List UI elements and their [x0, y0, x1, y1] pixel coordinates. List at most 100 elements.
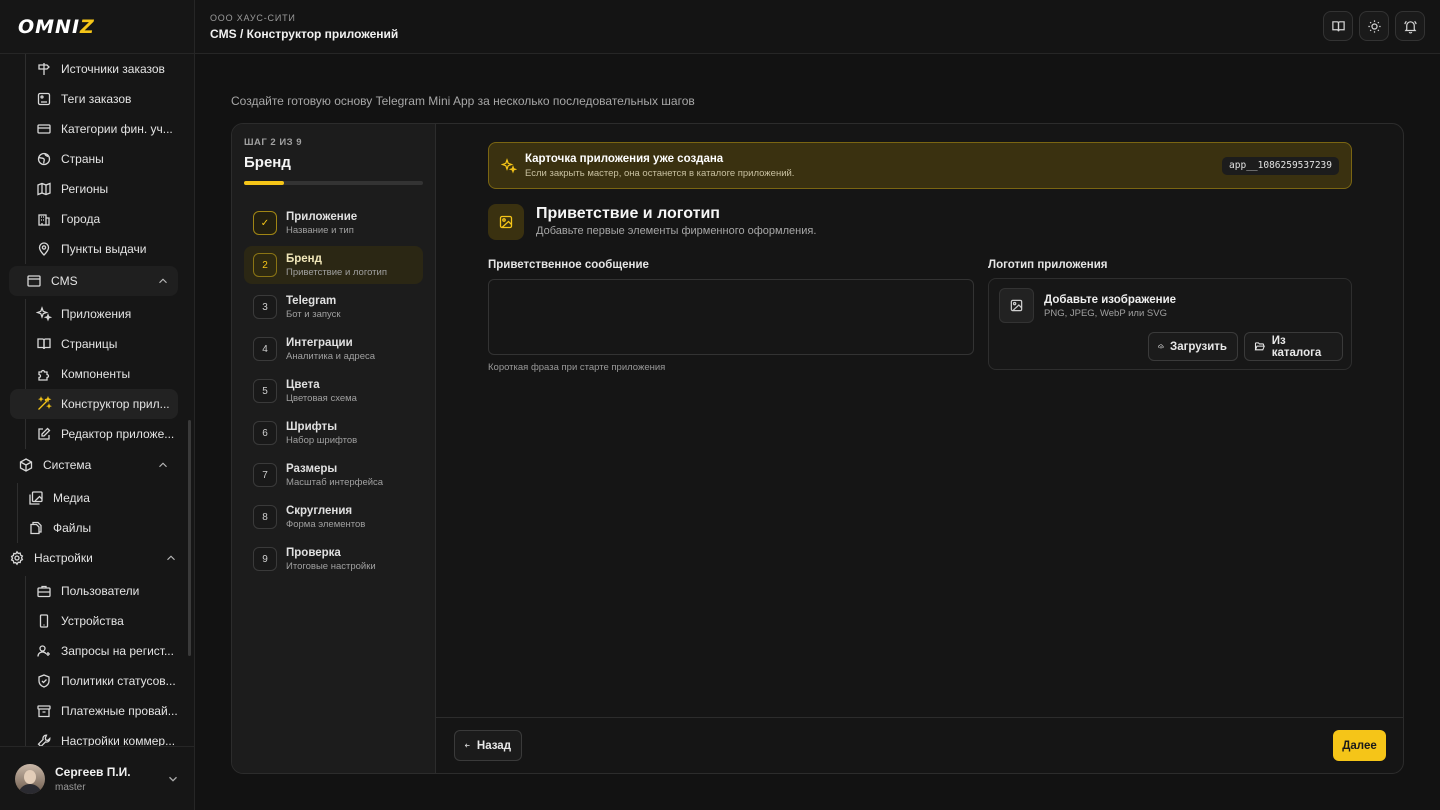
sidebar-item-17[interactable]: Политики статусов...: [26, 666, 194, 696]
notifications-button[interactable]: [1395, 11, 1425, 41]
sidebar-item-label: Компоненты: [61, 367, 131, 381]
step-title: Шрифты: [286, 420, 338, 433]
cube-icon: [19, 458, 33, 472]
map-icon: [37, 182, 51, 196]
upload-label: Загрузить: [1170, 340, 1227, 353]
sparkles-icon: [36, 306, 52, 322]
wizard-step-8[interactable]: 8 Скругления Форма элементов: [244, 498, 423, 536]
sidebar-item-19[interactable]: Настройки коммер...: [26, 726, 194, 746]
wizard-step-5[interactable]: 5 Цвета Цветовая схема: [244, 372, 423, 410]
sidebar-item-2[interactable]: Категории фин. уч...: [26, 114, 194, 144]
step-title: Бренд: [286, 252, 322, 265]
sidebar-item-13[interactable]: Файлы: [18, 513, 194, 543]
sidebar-item-3[interactable]: Страны: [26, 144, 194, 174]
tag-icon: [37, 92, 51, 106]
org-name: ООО ХАУС-СИТИ: [210, 13, 296, 23]
sidebar-scrollbar[interactable]: [188, 420, 191, 656]
sun-icon: [1367, 19, 1381, 33]
window-icon: [27, 275, 41, 287]
sidebar-item-16[interactable]: Запросы на регист...: [26, 636, 194, 666]
upload-button[interactable]: Загрузить: [1148, 332, 1238, 361]
wizard-step-3[interactable]: 3 Telegram Бот и запуск: [244, 288, 423, 326]
sidebar-item-label: Конструктор прил...: [61, 397, 170, 411]
sidebar-group-window[interactable]: CMS: [9, 266, 178, 296]
next-button[interactable]: Далее: [1333, 730, 1386, 761]
step-number: 2: [253, 253, 277, 277]
images-icon: [29, 491, 43, 505]
sidebar-item-9[interactable]: Компоненты: [26, 359, 194, 389]
user-plus-icon: [37, 645, 50, 657]
logo-text: OMNI: [18, 15, 81, 38]
sidebar-item-7[interactable]: Приложения: [26, 299, 194, 329]
sidebar-item-label: Медиа: [53, 491, 90, 505]
wizard-step-9[interactable]: 9 Проверка Итоговые настройки: [244, 540, 423, 578]
step-description: Масштаб интерфейса: [286, 476, 384, 488]
back-button[interactable]: Назад: [454, 730, 522, 761]
wizard-step-7[interactable]: 7 Размеры Масштаб интерфейса: [244, 456, 423, 494]
shield-icon: [38, 674, 50, 688]
sidebar-item-label: Политики статусов...: [61, 674, 176, 688]
sidebar-item-4[interactable]: Регионы: [26, 174, 194, 204]
sidebar-group-label: Настройки: [34, 551, 93, 565]
book-open-icon: [1331, 20, 1345, 31]
image-icon: [488, 204, 524, 240]
sidebar-group-gear[interactable]: Настройки: [9, 543, 186, 573]
step-number: 4: [253, 337, 277, 361]
chevron-up-icon: [167, 555, 175, 561]
from-catalog-button[interactable]: Из каталога: [1244, 332, 1343, 361]
wizard-step-6[interactable]: 6 Шрифты Набор шрифтов: [244, 414, 423, 452]
sidebar-item-label: Страны: [61, 152, 104, 166]
sidebar-item-label: Приложения: [61, 307, 132, 321]
sidebar-item-1[interactable]: Теги заказов: [26, 84, 194, 114]
card-icon: [37, 124, 51, 134]
globe-icon: [37, 152, 51, 166]
sidebar-item-0[interactable]: Источники заказов: [26, 54, 194, 84]
sidebar-item-5[interactable]: Города: [26, 204, 194, 234]
sidebar-item-12[interactable]: Медиа: [18, 483, 194, 513]
step-title: Приложение: [286, 210, 358, 223]
from-catalog-label: Из каталога: [1271, 334, 1322, 359]
step-description: Приветствие и логотип: [286, 266, 387, 278]
step-title: Проверка: [286, 546, 341, 559]
topbar: ООО ХАУС-СИТИ CMS / Конструктор приложен…: [195, 0, 1440, 54]
brand-logo[interactable]: OMNIZ: [0, 0, 194, 54]
wizard-main: Карточка приложения уже создана Если зак…: [436, 124, 1403, 773]
step-description: Аналитика и адреса: [286, 350, 376, 362]
wizard-progress-fill: [244, 181, 284, 185]
edit-icon: [38, 427, 51, 440]
sidebar-group-cube[interactable]: Система: [9, 450, 178, 480]
sidebar-item-14[interactable]: Пользователи: [26, 576, 194, 606]
sidebar-item-10[interactable]: Конструктор прил...: [10, 389, 178, 419]
greeting-hint: Короткая фраза при старте приложения: [488, 362, 666, 373]
wizard-step-1[interactable]: ✓ Приложение Название и тип: [244, 204, 423, 242]
arrow-left-icon: [464, 743, 470, 748]
wizard-steps: ШАГ 2 ИЗ 9 Бренд ✓ Приложение Название и…: [232, 124, 436, 773]
sidebar-item-11[interactable]: Редактор приложе...: [26, 419, 194, 449]
sidebar-item-15[interactable]: Устройства: [26, 606, 194, 636]
sidebar: OMNIZ Источники заказов Теги заказов Катег…: [0, 0, 195, 810]
users-icon: [37, 585, 51, 598]
folder-open-icon: [1254, 342, 1266, 351]
app-id-badge[interactable]: app__1086259537239: [1222, 157, 1339, 175]
step-number: 8: [253, 505, 277, 529]
user-menu[interactable]: Сергеев П.И. master: [0, 746, 194, 810]
wizard-step-4[interactable]: 4 Интеграции Аналитика и адреса: [244, 330, 423, 368]
step-description: Набор шрифтов: [286, 434, 358, 446]
step-counter: ШАГ 2 ИЗ 9: [244, 137, 303, 148]
sidebar-item-18[interactable]: Платежные провай...: [26, 696, 194, 726]
logo-label: Логотип приложения: [988, 259, 1108, 271]
wizard-step-2[interactable]: 2 Бренд Приветствие и логотип: [244, 246, 423, 284]
greeting-textarea[interactable]: [488, 279, 974, 355]
sidebar-item-label: Запросы на регист...: [61, 644, 174, 658]
sidebar-item-6[interactable]: Пункты выдачи: [26, 234, 194, 264]
chevron-down-icon: [169, 776, 177, 782]
sidebar-item-8[interactable]: Страницы: [26, 329, 194, 359]
signpost-icon: [38, 63, 50, 75]
sidebar-item-label: Города: [61, 212, 101, 226]
puzzle-icon: [38, 369, 50, 381]
step-title: Цвета: [286, 378, 320, 391]
back-label: Назад: [476, 739, 511, 752]
theme-toggle-button[interactable]: [1359, 11, 1389, 41]
docs-button[interactable]: [1323, 11, 1353, 41]
step-description: Форма элементов: [286, 518, 366, 530]
